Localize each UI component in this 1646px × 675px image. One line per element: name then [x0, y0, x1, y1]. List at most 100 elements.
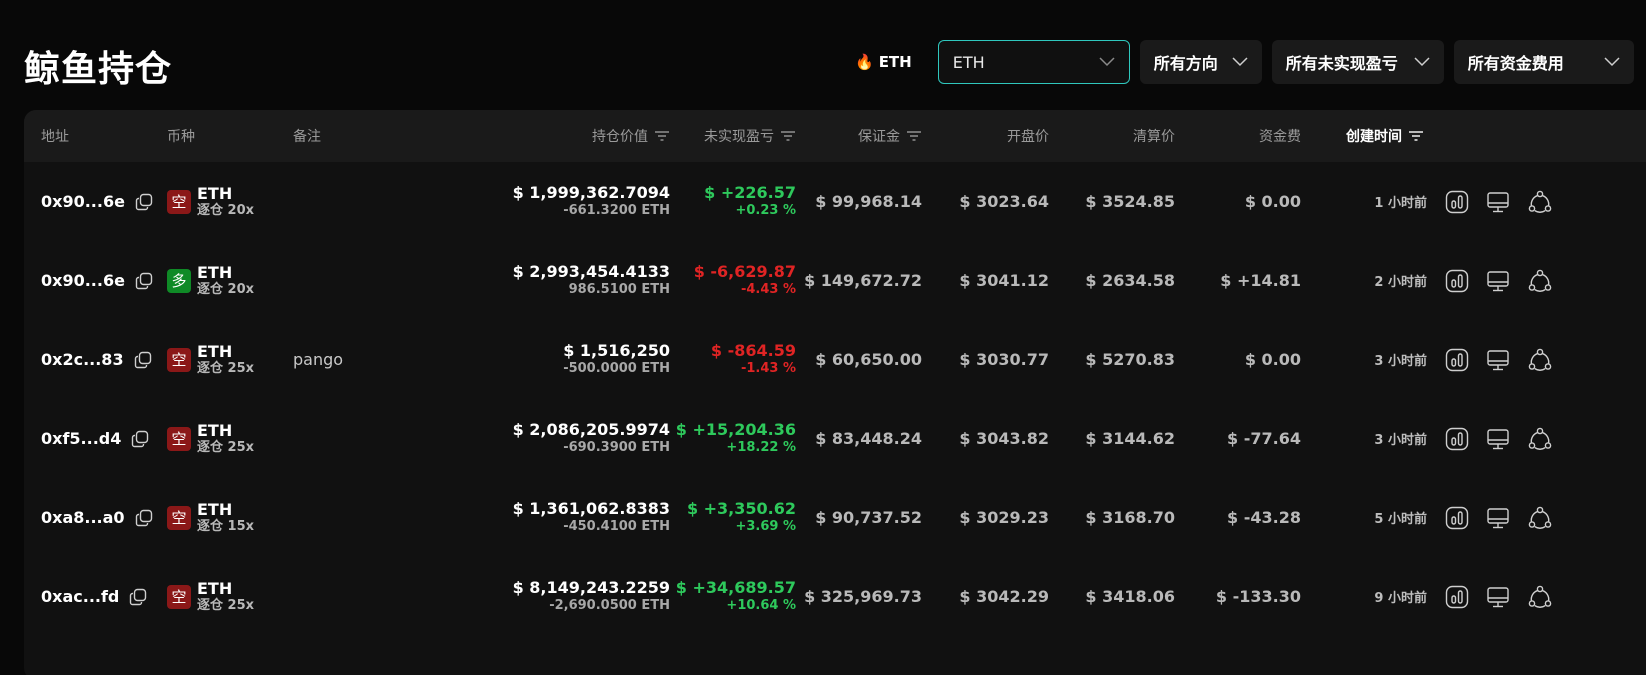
monitor-icon[interactable]	[1486, 427, 1510, 451]
coin-cell: 空 ETH 逐仓 25x	[167, 320, 254, 399]
address-cell[interactable]: 0x90...6e	[41, 241, 153, 320]
address-cell[interactable]: 0xac...fd	[41, 557, 147, 636]
margin-cell: $ 325,969.73	[804, 587, 922, 606]
col-address: 地址	[41, 129, 69, 145]
pnl-percent: +3.69 %	[735, 519, 796, 535]
sort-icon	[1409, 131, 1423, 141]
share-icon[interactable]	[1528, 506, 1552, 530]
coin-cell: 多 ETH 逐仓 20x	[167, 241, 254, 320]
direction-select-value: 所有方向	[1153, 54, 1218, 73]
hot-coin-tag[interactable]: 🔥 ETH	[855, 53, 912, 71]
col-margin[interactable]: 保证金	[804, 110, 922, 162]
sort-icon	[781, 131, 795, 141]
funding-cell: $ -43.28	[1227, 508, 1301, 527]
position-value: $ 2,993,454.4133	[512, 261, 670, 281]
share-icon[interactable]	[1528, 348, 1552, 372]
chart-icon[interactable]	[1445, 348, 1469, 372]
address-text: 0xa8...a0	[41, 508, 125, 527]
pnl-cell: $ +226.57 +0.23 %	[664, 162, 796, 241]
position-value-cell: $ 1,999,362.7094 -661.3200 ETH	[513, 162, 670, 241]
copy-icon[interactable]	[135, 509, 153, 527]
col-note: 备注	[293, 129, 321, 145]
copy-icon[interactable]	[129, 588, 147, 606]
pnl-value: $ -864.59	[710, 340, 796, 360]
position-qty: 986.5100 ETH	[568, 282, 670, 298]
address-text: 0x90...6e	[41, 271, 125, 290]
share-icon[interactable]	[1528, 190, 1552, 214]
position-value: $ 8,149,243.2259	[512, 577, 670, 597]
position-value-cell: $ 2,086,205.9974 -690.3900 ETH	[513, 399, 670, 478]
table-row[interactable]: 0x2c...83 空 ETH 逐仓 25x pango $ 1,516,250…	[24, 320, 1646, 399]
chart-icon[interactable]	[1445, 506, 1469, 530]
coin-name: ETH	[197, 184, 233, 204]
table-header: 地址 币种 备注 持仓价值 未实现盈亏 保证金 开盘价 清算价 资金费 创建时间	[24, 110, 1646, 162]
chart-icon[interactable]	[1445, 190, 1469, 214]
monitor-icon[interactable]	[1486, 585, 1510, 609]
pnl-cell: $ +34,689.57 +10.64 %	[664, 557, 796, 636]
created-time-cell: 1 小时前	[1374, 196, 1427, 211]
chevron-down-icon	[1414, 57, 1430, 67]
share-icon[interactable]	[1528, 269, 1552, 293]
funding-cell: $ 0.00	[1244, 192, 1301, 211]
table-row[interactable]: 0x90...6e 多 ETH 逐仓 20x $ 2,993,454.4133 …	[24, 241, 1646, 320]
monitor-icon[interactable]	[1486, 190, 1510, 214]
table-row[interactable]: 0xac...fd 空 ETH 逐仓 25x $ 8,149,243.2259 …	[24, 557, 1646, 636]
table-row[interactable]: 0xf5...d4 空 ETH 逐仓 25x $ 2,086,205.9974 …	[24, 399, 1646, 478]
position-qty: -500.0000 ETH	[563, 361, 670, 377]
leverage-label: 逐仓 20x	[197, 203, 255, 219]
coin-select-value: ETH	[952, 52, 985, 72]
pnl-percent: +18.22 %	[726, 440, 796, 456]
col-entry-price: 开盘价	[1007, 129, 1049, 145]
share-icon[interactable]	[1528, 585, 1552, 609]
pnl-cell: $ +3,350.62 +3.69 %	[664, 478, 796, 557]
chart-icon[interactable]	[1445, 269, 1469, 293]
address-cell[interactable]: 0xa8...a0	[41, 478, 153, 557]
liq-price-cell: $ 3524.85	[1085, 192, 1175, 211]
address-text: 0xac...fd	[41, 587, 120, 606]
pnl-cell: $ -864.59 -1.43 %	[664, 320, 796, 399]
liq-price-cell: $ 3168.70	[1085, 508, 1175, 527]
direction-select[interactable]: 所有方向	[1139, 40, 1262, 84]
pnl-cell: $ -6,629.87 -4.43 %	[664, 241, 796, 320]
table-row[interactable]: 0xa8...a0 空 ETH 逐仓 15x $ 1,361,062.8383 …	[24, 478, 1646, 557]
created-time-cell: 9 小时前	[1374, 591, 1427, 606]
col-position-value[interactable]: 持仓价值	[524, 110, 670, 162]
position-qty: -690.3900 ETH	[563, 440, 670, 456]
leverage-label: 逐仓 25x	[197, 440, 255, 456]
copy-icon[interactable]	[135, 193, 153, 211]
table-row[interactable]: 0x90...6e 空 ETH 逐仓 20x $ 1,999,362.7094 …	[24, 162, 1646, 241]
address-cell[interactable]: 0x90...6e	[41, 162, 153, 241]
coin-select[interactable]: ETH	[937, 40, 1130, 84]
side-badge: 空	[167, 505, 191, 530]
copy-icon[interactable]	[134, 351, 152, 369]
copy-icon[interactable]	[135, 272, 153, 290]
entry-price-cell: $ 3023.64	[959, 192, 1049, 211]
liq-price-cell: $ 2634.58	[1085, 271, 1175, 290]
monitor-icon[interactable]	[1486, 506, 1510, 530]
position-value: $ 2,086,205.9974	[512, 419, 670, 439]
pnl-percent: +10.64 %	[726, 598, 796, 614]
fire-icon: 🔥	[855, 53, 874, 71]
chart-icon[interactable]	[1445, 585, 1469, 609]
address-cell[interactable]: 0x2c...83	[41, 320, 152, 399]
funding-select[interactable]: 所有资金费用	[1453, 40, 1634, 84]
monitor-icon[interactable]	[1486, 269, 1510, 293]
margin-cell: $ 99,968.14	[815, 192, 922, 211]
monitor-icon[interactable]	[1486, 348, 1510, 372]
chart-icon[interactable]	[1445, 427, 1469, 451]
address-cell[interactable]: 0xf5...d4	[41, 399, 149, 478]
leverage-label: 逐仓 15x	[197, 519, 255, 535]
copy-icon[interactable]	[131, 430, 149, 448]
share-icon[interactable]	[1528, 427, 1552, 451]
funding-cell: $ 0.00	[1244, 350, 1301, 369]
margin-cell: $ 149,672.72	[804, 271, 922, 290]
col-unrealized-pnl[interactable]: 未实现盈亏	[664, 110, 796, 162]
liq-price-cell: $ 3144.62	[1085, 429, 1175, 448]
side-badge: 空	[167, 426, 191, 451]
col-created[interactable]: 创建时间	[1346, 110, 1424, 162]
side-badge: 空	[167, 189, 191, 214]
leverage-label: 逐仓 20x	[197, 282, 255, 298]
page-title: 鲸鱼持仓	[24, 49, 173, 90]
side-badge: 多	[167, 268, 191, 293]
pnl-select[interactable]: 所有未实现盈亏	[1271, 40, 1444, 84]
